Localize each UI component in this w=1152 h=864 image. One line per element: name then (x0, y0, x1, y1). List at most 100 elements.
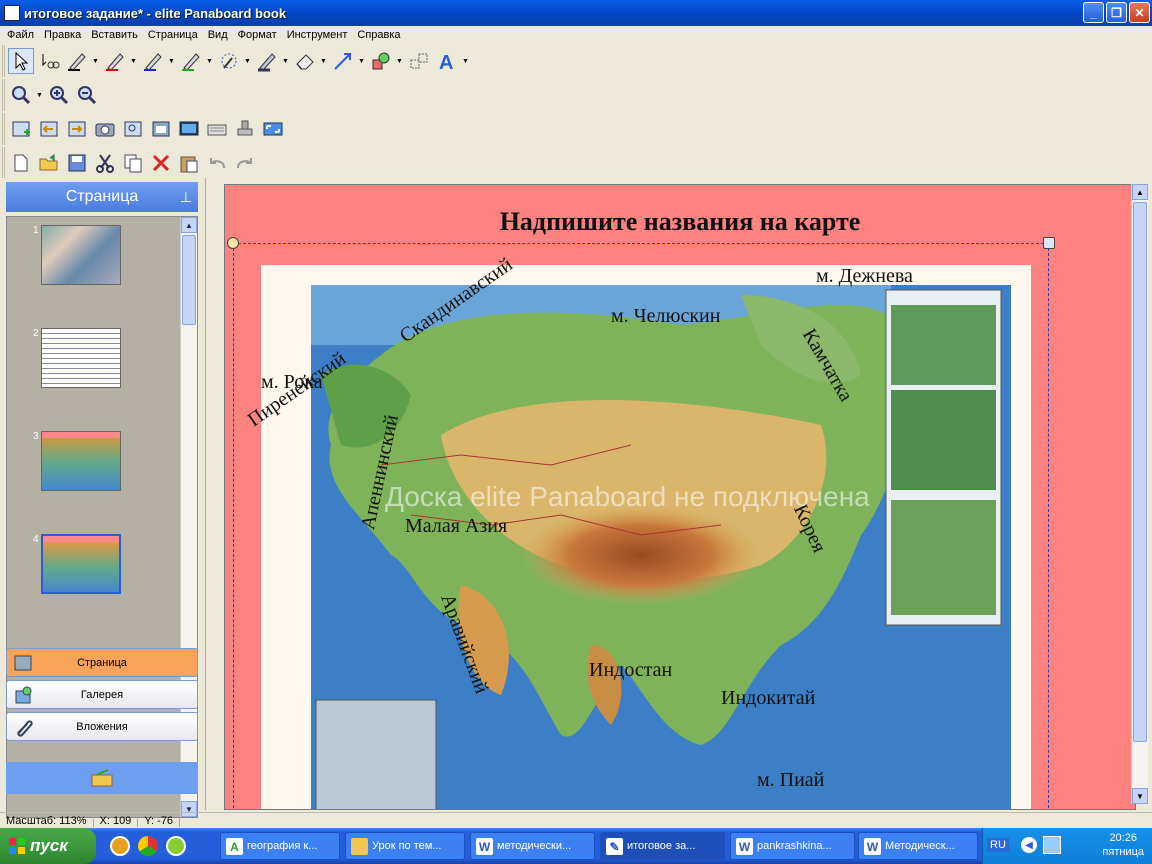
page-tab-button[interactable]: Страница (6, 648, 198, 677)
new-page-icon[interactable] (8, 116, 34, 142)
select-arrow-icon[interactable] (8, 48, 34, 74)
chevron-down-icon[interactable]: ▼ (168, 58, 176, 65)
undo-icon[interactable] (204, 150, 230, 176)
minimize-button[interactable]: _ (1083, 2, 1104, 23)
save-icon[interactable] (64, 150, 90, 176)
pen-blue-icon[interactable] (140, 48, 166, 74)
menu-file[interactable]: Файл (2, 29, 39, 41)
new-file-icon[interactable] (8, 150, 34, 176)
prev-page-icon[interactable] (36, 116, 62, 142)
maximize-button[interactable]: ❐ (1106, 2, 1127, 23)
capture-screen-icon[interactable] (176, 116, 202, 142)
highlighter-icon[interactable] (254, 48, 280, 74)
chrome-icon[interactable] (138, 836, 158, 856)
object-menu-icon[interactable] (1043, 237, 1055, 249)
language-indicator[interactable]: RU (987, 838, 1009, 852)
clock[interactable]: 20:26 пятница (1102, 831, 1144, 859)
chevron-down-icon[interactable]: ▼ (206, 58, 214, 65)
task-button[interactable]: Wметодически... (470, 832, 595, 860)
network-icon[interactable] (1043, 836, 1061, 854)
page-panel-header: Страница ⊥ (6, 182, 198, 212)
scroll-up-icon[interactable]: ▲ (181, 217, 197, 233)
rotate-handle-icon[interactable] (227, 237, 239, 249)
start-button[interactable]: пуск (0, 828, 96, 864)
copy-icon[interactable] (120, 150, 146, 176)
chevron-down-icon[interactable]: ▼ (358, 58, 366, 65)
fullscreen-icon[interactable] (260, 116, 286, 142)
page-title[interactable]: Надпишите названия на карте (225, 207, 1135, 237)
menu-tools[interactable]: Инструмент (282, 29, 353, 41)
label-indostan[interactable]: Индостан (589, 659, 672, 682)
chevron-down-icon[interactable]: ▼ (92, 58, 100, 65)
panel-settings-bar[interactable] (6, 762, 198, 794)
camera-icon[interactable] (92, 116, 118, 142)
stamp-icon[interactable] (232, 116, 258, 142)
spray-icon[interactable] (216, 48, 242, 74)
task-button[interactable]: Aгеография к... (220, 832, 340, 860)
menu-help[interactable]: Справка (352, 29, 405, 41)
open-folder-icon[interactable] (36, 150, 62, 176)
quicklaunch-icon[interactable] (110, 836, 130, 856)
shapes-icon[interactable] (368, 48, 394, 74)
attachments-tab-button[interactable]: Вложения (6, 712, 198, 741)
eraser-icon[interactable] (292, 48, 318, 74)
task-button[interactable]: W Методическ... (858, 832, 978, 860)
delete-icon[interactable] (148, 150, 174, 176)
zoom-out-icon[interactable] (74, 82, 100, 108)
zoom-icon[interactable] (8, 82, 34, 108)
gallery-tab-button[interactable]: Галерея (6, 680, 198, 709)
page-thumbnail-1[interactable] (41, 225, 121, 285)
capture-window-icon[interactable] (148, 116, 174, 142)
scroll-up-icon[interactable]: ▲ (1132, 184, 1148, 200)
label-malaya-aziya[interactable]: Малая Азия (405, 515, 507, 538)
cut-icon[interactable] (92, 150, 118, 176)
line-icon[interactable] (330, 48, 356, 74)
label-piai[interactable]: м. Пиай (757, 769, 824, 792)
text-icon[interactable]: A (434, 48, 460, 74)
pen-red-icon[interactable] (102, 48, 128, 74)
keyboard-icon[interactable] (204, 116, 230, 142)
menu-format[interactable]: Формат (233, 29, 282, 41)
label-chelyuskin[interactable]: м. Челюскин (611, 305, 720, 328)
chevron-down-icon[interactable]: ▼ (320, 58, 328, 65)
chevron-down-icon[interactable]: ▼ (244, 58, 252, 65)
task-button[interactable]: Урок по тем... (345, 832, 465, 860)
page-thumbnail-4[interactable] (41, 534, 121, 594)
scroll-thumb[interactable] (1133, 202, 1147, 742)
page-thumbnail-3[interactable] (41, 431, 121, 491)
chevron-down-icon[interactable]: ▼ (130, 58, 138, 65)
page-thumbnail-2[interactable] (41, 328, 121, 388)
paste-icon[interactable] (176, 150, 202, 176)
canvas-scrollbar[interactable]: ▲ ▼ (1131, 184, 1148, 804)
board-page[interactable]: Надпишите названия на карте м. Дежнева м… (224, 184, 1136, 810)
capture-area-icon[interactable] (120, 116, 146, 142)
pin-icon[interactable]: ⊥ (180, 189, 192, 206)
scroll-thumb[interactable] (182, 235, 196, 325)
quicklaunch-icon[interactable] (166, 836, 186, 856)
chevron-down-icon[interactable]: ▼ (36, 92, 44, 99)
group-icon[interactable] (406, 48, 432, 74)
chevron-left-icon[interactable]: ◀ (1021, 837, 1037, 853)
map-image[interactable]: м. Дежнева м. Челюскин Скандинавский м. … (244, 253, 1031, 809)
label-dezhnev[interactable]: м. Дежнева (816, 265, 913, 288)
chevron-down-icon[interactable]: ▼ (396, 58, 404, 65)
redo-icon[interactable] (232, 150, 258, 176)
close-button[interactable]: ✕ (1129, 2, 1150, 23)
task-button[interactable]: ✎ итоговое за... (600, 832, 725, 860)
toolbar-drawing: ▼ ▼ ▼ ▼ ▼ ▼ ▼ ▼ ▼ A ▼ (2, 45, 470, 77)
menu-bar: Файл Правка Вставить Страница Вид Формат… (0, 26, 1152, 44)
chevron-down-icon[interactable]: ▼ (462, 58, 470, 65)
menu-view[interactable]: Вид (203, 29, 233, 41)
menu-insert[interactable]: Вставить (86, 29, 143, 41)
menu-page[interactable]: Страница (143, 29, 203, 41)
task-button[interactable]: Wpankrashkina... (730, 832, 855, 860)
pen-green-icon[interactable] (178, 48, 204, 74)
pen-black-icon[interactable] (64, 48, 90, 74)
chevron-down-icon[interactable]: ▼ (282, 58, 290, 65)
menu-edit[interactable]: Правка (39, 29, 86, 41)
zoom-in-icon[interactable] (46, 82, 72, 108)
label-indokitai[interactable]: Индокитай (721, 687, 815, 710)
next-page-icon[interactable] (64, 116, 90, 142)
scroll-down-icon[interactable]: ▼ (1132, 788, 1148, 804)
lasso-icon[interactable] (36, 48, 62, 74)
